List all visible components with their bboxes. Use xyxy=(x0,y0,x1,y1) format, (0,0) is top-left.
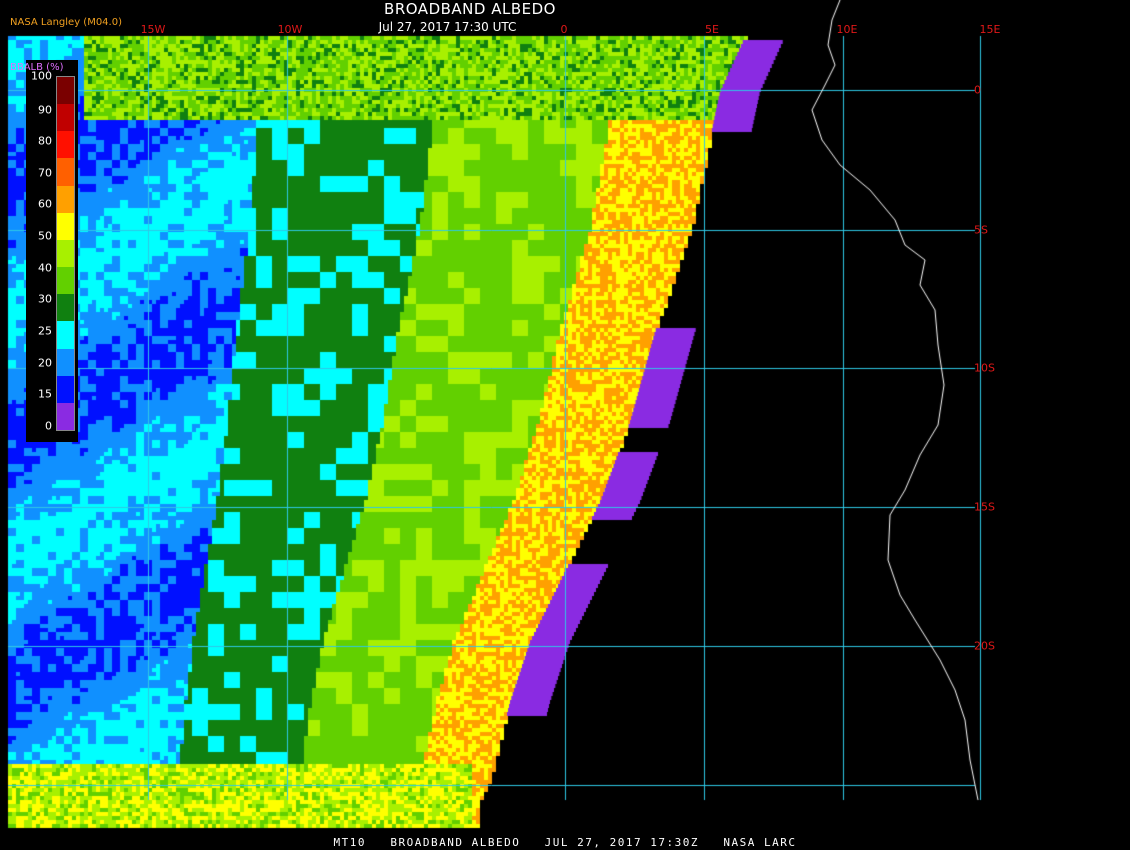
lat-label-0: 0 xyxy=(974,83,981,97)
lon-label-10e: 10E xyxy=(836,23,858,36)
legend-swatch xyxy=(57,185,74,213)
map-title: BROADBAND ALBEDO xyxy=(384,0,556,18)
legend-tick: 20 xyxy=(38,356,52,370)
legend-tick: 70 xyxy=(38,166,52,180)
producer-label: NASA Langley (M04.0) xyxy=(10,17,122,28)
legend-swatch xyxy=(57,321,74,349)
legend-tick: 40 xyxy=(38,261,52,275)
lat-label-15s: 15S xyxy=(974,500,995,514)
legend-swatch xyxy=(57,375,74,403)
legend-tick: 30 xyxy=(38,292,52,306)
lat-label-20s: 20S xyxy=(974,639,995,653)
legend-color-bar xyxy=(56,76,75,431)
legend-swatch xyxy=(57,294,74,322)
lon-label-10w: 10W xyxy=(277,23,303,36)
lat-label-5s: 5S xyxy=(974,223,988,237)
lon-label-0: 0 xyxy=(560,23,568,36)
legend-tick: 60 xyxy=(38,197,52,211)
legend-swatch xyxy=(57,402,74,431)
legend-tick: 25 xyxy=(38,324,52,338)
legend-swatch xyxy=(57,131,74,159)
legend-swatch xyxy=(57,77,74,105)
legend-tick: 100 xyxy=(31,69,52,83)
lon-label-15e: 15E xyxy=(979,23,1001,36)
footer-caption: MT10 BROADBAND ALBEDO JUL 27, 2017 17:30… xyxy=(333,836,797,849)
legend-tick: 15 xyxy=(38,387,52,401)
albedo-map-image xyxy=(0,0,1130,850)
lat-label-10s: 10S xyxy=(974,361,995,375)
legend-tick: 80 xyxy=(38,134,52,148)
legend-tick: 0 xyxy=(45,419,52,433)
legend-swatch xyxy=(57,212,74,240)
legend-swatch xyxy=(57,239,74,268)
legend-swatch xyxy=(57,158,74,186)
lon-label-15w: 15W xyxy=(140,23,166,36)
color-legend: BBALB (%) 100 90 80 70 60 50 40 30 25 20… xyxy=(10,60,78,442)
legend-swatch xyxy=(57,104,74,132)
legend-tick: 90 xyxy=(38,103,52,117)
lon-label-5e: 5E xyxy=(705,23,719,36)
legend-swatch xyxy=(57,267,74,295)
map-timestamp: Jul 27, 2017 17:30 UTC xyxy=(378,20,517,34)
legend-tick: 50 xyxy=(38,229,52,243)
legend-swatch xyxy=(57,348,74,376)
